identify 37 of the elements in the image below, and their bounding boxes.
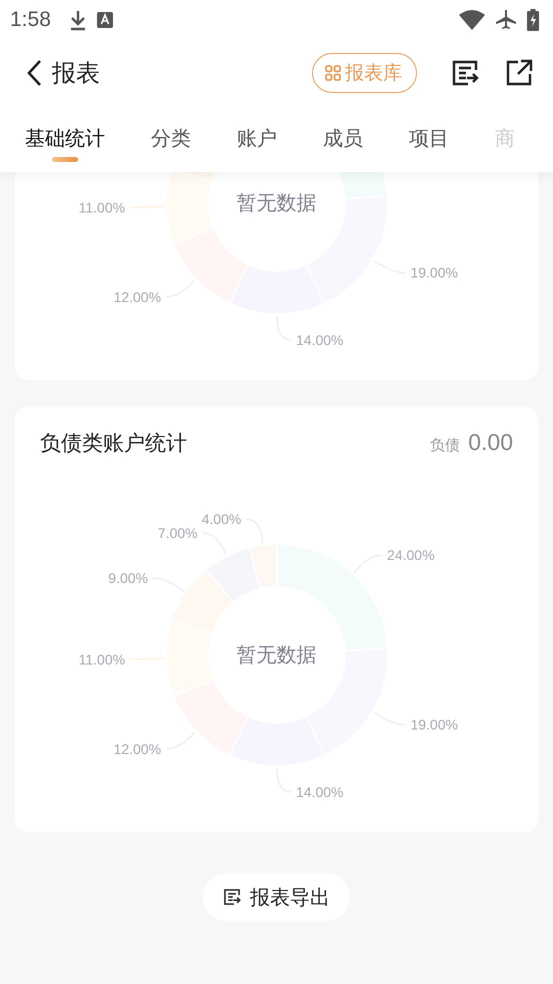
tab[interactable]: 账户 (237, 125, 277, 152)
page-title: 报表 (52, 58, 100, 88)
empty-message: 暂无数据 (236, 642, 316, 668)
airplane-icon (495, 9, 517, 31)
back-button[interactable]: 报表 (26, 56, 100, 88)
export-list-icon (223, 888, 241, 906)
slice-label: 19.00% (410, 716, 458, 733)
tab[interactable]: 分类 (151, 125, 191, 152)
download-icon (68, 9, 87, 31)
slice-label: 24.00% (387, 547, 435, 564)
tab[interactable]: 成员 (323, 125, 363, 152)
tab[interactable]: 项目 (409, 125, 449, 152)
status-time: 1:58 (10, 8, 51, 32)
empty-message: 暂无数据 (236, 190, 316, 216)
grid-icon (325, 64, 341, 80)
tab-indicator (52, 157, 78, 162)
slice-label: 12.00% (114, 288, 162, 305)
export-report-button[interactable]: 报表导出 (203, 873, 350, 921)
slice-label: 12.00% (114, 740, 162, 757)
summary-amount: 0.00 (468, 429, 513, 456)
card-title: 负债类账户统计 (40, 430, 187, 457)
slice-label: 14.00% (296, 784, 344, 800)
share-icon[interactable] (505, 58, 533, 86)
slice-label: 9.00% (108, 570, 148, 586)
export-list-icon[interactable] (451, 58, 479, 86)
slice-label: 14.00% (296, 332, 344, 348)
slice-label: 11.00% (78, 199, 126, 216)
slice-label: 19.00% (410, 264, 458, 281)
wifi-icon (459, 10, 485, 30)
slice-label: 4.00% (202, 511, 242, 528)
back-chevron-icon (26, 58, 42, 86)
summary-label: 负债 (430, 436, 460, 455)
keyboard-a-icon (96, 12, 113, 28)
battery-icon (527, 9, 539, 31)
slice-label: 7.00% (158, 524, 198, 541)
tab[interactable]: 基础统计 (25, 125, 105, 152)
slice-label: 11.00% (78, 651, 126, 668)
